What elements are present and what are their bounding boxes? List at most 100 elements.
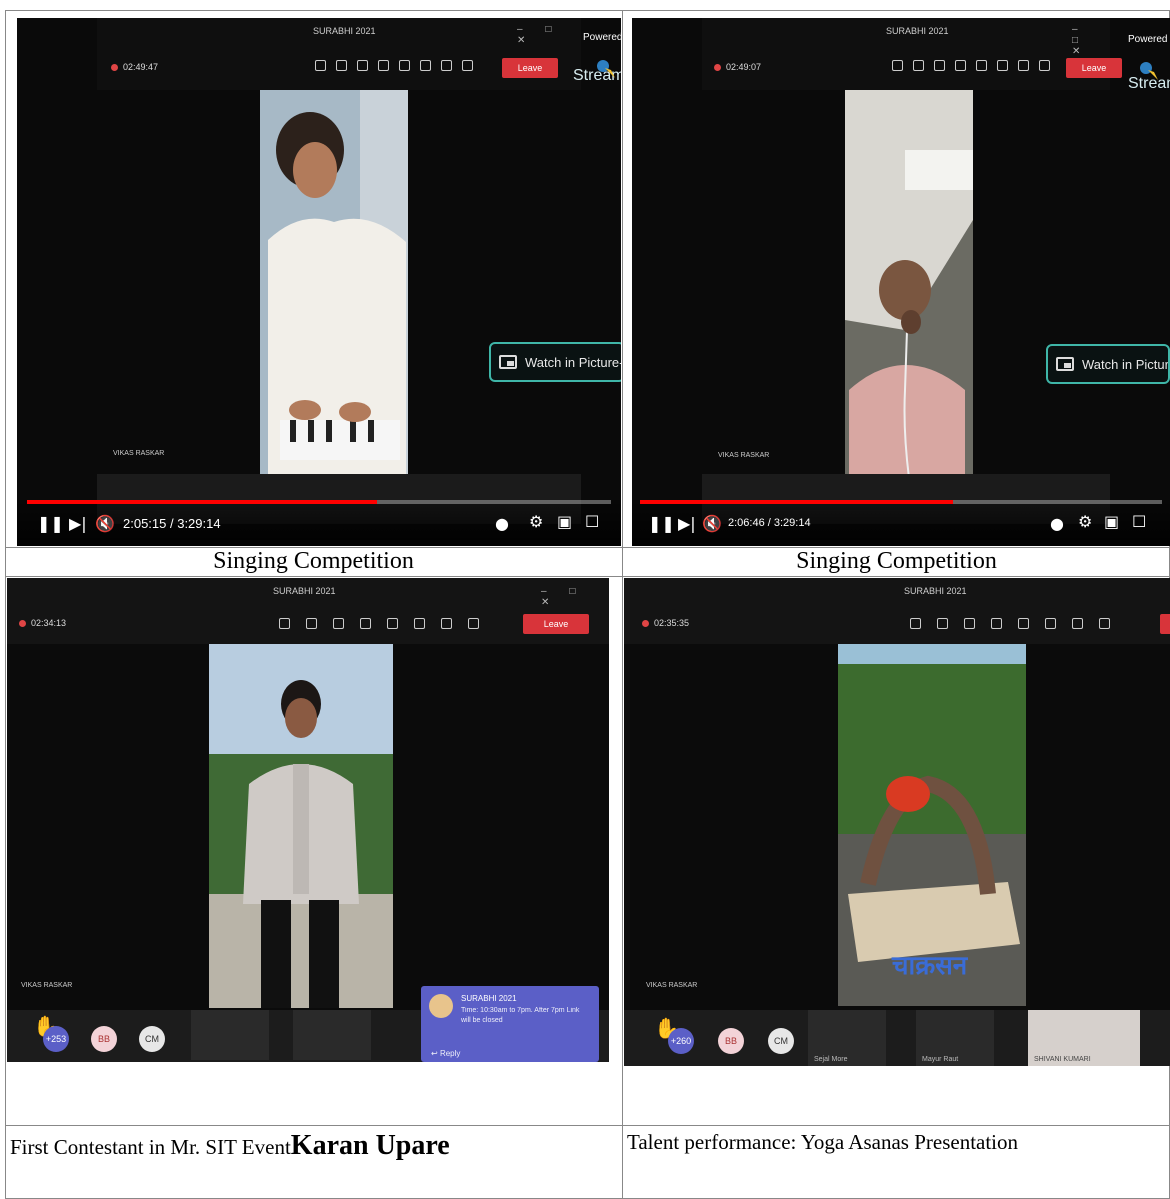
camera-icon[interactable] [1045, 618, 1056, 629]
mute-icon[interactable]: 🔇 [702, 516, 722, 532]
mic-icon[interactable] [1018, 60, 1029, 71]
raise-hand-icon[interactable] [357, 60, 368, 71]
mic-icon[interactable] [441, 618, 452, 629]
share-icon[interactable] [955, 60, 966, 71]
raise-hand-icon[interactable] [333, 618, 344, 629]
seek-bar[interactable] [27, 500, 611, 504]
participant-tile-mayur[interactable]: Mayur Raut [916, 1010, 994, 1066]
mic-icon[interactable] [441, 60, 452, 71]
next-icon[interactable]: ▶| [678, 516, 696, 532]
pause-icon[interactable]: ❚❚ [648, 516, 675, 532]
raised-hands-count[interactable]: +260 [668, 1028, 694, 1054]
pip-label: Watch in Picture-in-Pictu [1082, 356, 1169, 372]
chat-icon[interactable] [937, 618, 948, 629]
theater-mode-icon[interactable]: ☐ [1132, 514, 1146, 530]
participant-tile-sejal[interactable]: Sejal More [808, 1010, 886, 1066]
share-icon[interactable] [991, 618, 1002, 629]
leave-button[interactable]: Leave [502, 58, 558, 78]
performer-illustration [260, 90, 408, 478]
next-icon[interactable]: ▶| [69, 516, 87, 532]
caption-yoga: Talent performance: Yoga Asanas Presenta… [627, 1130, 1018, 1155]
share-icon[interactable] [378, 60, 389, 71]
chat-avatar [429, 994, 453, 1018]
share-tray-icon[interactable] [462, 60, 473, 71]
asana-overlay-text: चाक्रसन [892, 951, 968, 981]
participants-icon[interactable] [279, 618, 290, 629]
participant-tile-shivani[interactable]: SHIVANI KUMARI [1028, 1010, 1140, 1066]
pause-icon[interactable]: ❚❚ [37, 516, 64, 532]
chat-icon[interactable] [913, 60, 924, 71]
theater-mode-icon[interactable]: ☐ [585, 514, 599, 530]
contestant-name: Karan Upare [290, 1130, 450, 1161]
autoplay-toggle-icon[interactable]: ● [1050, 516, 1064, 532]
mic-icon[interactable] [1072, 618, 1083, 629]
recording-icon [642, 620, 649, 628]
contestant-video [209, 644, 393, 1008]
table-column-divider [622, 10, 623, 1199]
participant-name: Sejal More [814, 1056, 848, 1063]
avatar-cm[interactable]: CM [139, 1026, 165, 1052]
chat-icon[interactable] [336, 60, 347, 71]
meeting-controls[interactable] [892, 60, 1050, 71]
more-icon[interactable] [976, 60, 987, 71]
meeting-controls[interactable] [910, 618, 1110, 629]
miniplayer-icon[interactable]: ▣ [1104, 514, 1119, 530]
presenter-name-tag: VIKAS RASKAR [646, 982, 698, 989]
camera-icon[interactable] [420, 60, 431, 71]
share-tray-icon[interactable] [1099, 618, 1110, 629]
avatar-bb[interactable]: BB [91, 1026, 117, 1052]
raise-hand-icon[interactable] [964, 618, 975, 629]
picture-in-picture-button[interactable]: Watch in Picture-in-Pictu [1046, 344, 1170, 384]
more-icon[interactable] [1018, 618, 1029, 629]
participant-tile[interactable] [293, 1010, 371, 1060]
meeting-controls[interactable] [279, 618, 479, 629]
meeting-title: SURABHI 2021 [886, 26, 949, 36]
meeting-controls[interactable] [315, 60, 473, 71]
settings-gear-icon[interactable]: ⚙ [1078, 514, 1092, 530]
more-icon[interactable] [387, 618, 398, 629]
chat-body: Time: 10:30am to 7pm. After 7pm Link wil… [461, 1007, 580, 1024]
participants-icon[interactable] [315, 60, 326, 71]
leave-button[interactable]: Leave [1066, 58, 1122, 78]
avatar-bb[interactable]: BB [718, 1028, 744, 1054]
picture-in-picture-button[interactable]: Watch in Picture-in-Pic [489, 342, 621, 382]
participant-name: SHIVANI KUMARI [1034, 1056, 1091, 1063]
timer-text: 02:49:47 [123, 62, 159, 72]
participant-tile[interactable] [191, 1010, 269, 1060]
meeting-timer: 02:35:35 [642, 618, 689, 628]
chat-reply-button[interactable]: ↩ Reply [431, 1049, 460, 1058]
mute-icon[interactable]: 🔇 [95, 516, 115, 532]
caption-singing-left: Singing Competition [213, 548, 414, 574]
table-row-divider-3 [5, 1125, 1170, 1126]
playback-time: 2:05:15 / 3:29:14 [123, 516, 221, 531]
raised-hands-count[interactable]: +253 [43, 1026, 69, 1052]
share-tray-icon[interactable] [468, 618, 479, 629]
presenter-name-tag: VIKAS RASKAR [21, 982, 73, 989]
recording-icon [19, 620, 26, 628]
share-tray-icon[interactable] [1039, 60, 1050, 71]
participants-icon[interactable] [892, 60, 903, 71]
miniplayer-icon[interactable]: ▣ [557, 514, 572, 530]
streamyard-logo-icon [597, 60, 615, 78]
camera-icon[interactable] [997, 60, 1008, 71]
leave-button[interactable] [1160, 614, 1170, 634]
more-icon[interactable] [399, 60, 410, 71]
window-controls[interactable]: – □ ✕ [541, 586, 609, 608]
settings-gear-icon[interactable]: ⚙ [529, 514, 543, 530]
camera-icon[interactable] [414, 618, 425, 629]
pip-label: Watch in Picture-in-Pic [525, 354, 621, 370]
share-icon[interactable] [360, 618, 371, 629]
seek-bar[interactable] [640, 500, 1162, 504]
caption-singing-right: Singing Competition [796, 548, 997, 574]
participants-icon[interactable] [910, 618, 921, 629]
window-controls[interactable]: – □ ✕ [1072, 24, 1110, 57]
chat-notification[interactable]: SURABHI 2021 Time: 10:30am to 7pm. After… [421, 986, 599, 1062]
powered-label: Powered by [1128, 34, 1170, 45]
seek-bar-played [27, 500, 378, 504]
autoplay-toggle-icon[interactable]: ● [495, 516, 509, 532]
avatar-cm[interactable]: CM [768, 1028, 794, 1054]
leave-button[interactable]: Leave [523, 614, 589, 634]
raise-hand-icon[interactable] [934, 60, 945, 71]
chat-icon[interactable] [306, 618, 317, 629]
window-controls[interactable]: – □ ✕ [517, 24, 581, 46]
